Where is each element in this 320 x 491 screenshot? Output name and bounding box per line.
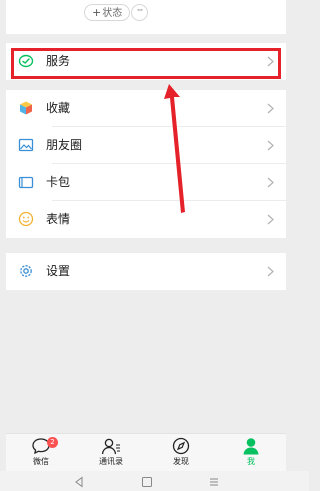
plus-icon: +	[92, 6, 102, 19]
home-square-icon[interactable]	[141, 476, 153, 488]
card-wallet-icon	[18, 176, 34, 189]
menu-item-label: 表情	[46, 212, 71, 226]
system-nav-bar	[0, 471, 309, 491]
chevron-right-icon	[267, 214, 274, 225]
compass-icon	[172, 437, 190, 455]
tab-label: 微信	[33, 457, 49, 466]
smiley-icon	[18, 211, 34, 227]
unread-badge: 2	[47, 437, 58, 448]
menu-item-moments[interactable]: 朋友圈	[6, 127, 286, 164]
chevron-right-icon	[267, 140, 274, 151]
more-options-button[interactable]: ···	[131, 4, 148, 21]
tab-chats[interactable]: 2 微信	[11, 437, 71, 467]
moments-image-icon	[18, 138, 34, 152]
profile-card: +状态 ···	[6, 0, 286, 34]
chevron-right-icon	[267, 177, 274, 188]
status-label: 状态	[102, 8, 123, 19]
highlight-box	[11, 48, 281, 79]
menu-item-label: 收藏	[46, 101, 71, 115]
gear-icon	[20, 265, 32, 277]
tab-discover[interactable]: 发现	[151, 437, 211, 467]
chevron-right-icon	[267, 103, 274, 114]
tab-label: 发现	[173, 457, 189, 466]
menu-item-label: 卡包	[46, 175, 71, 189]
menu-lines-icon[interactable]	[208, 476, 220, 488]
tab-contacts[interactable]: 通讯录	[81, 437, 141, 467]
favorites-cube-icon	[20, 101, 32, 115]
menu-item-label: 设置	[46, 264, 71, 278]
back-triangle-icon[interactable]	[73, 476, 85, 488]
menu-item-favorites[interactable]: 收藏	[6, 90, 286, 127]
contacts-icon	[101, 438, 120, 455]
menu-item-settings[interactable]: 设置	[6, 253, 286, 290]
menu-item-label: 朋友圈	[46, 138, 83, 152]
add-status-button[interactable]: +状态	[84, 4, 131, 21]
tab-label: 我	[247, 457, 255, 466]
bottom-tab-bar: 2 微信 通讯录 发现 我	[6, 433, 286, 471]
person-icon	[243, 438, 259, 455]
chevron-right-icon	[267, 266, 274, 277]
menu-item-stickers[interactable]: 表情	[6, 201, 286, 238]
menu-item-cards[interactable]: 卡包	[6, 164, 286, 201]
tab-label: 通讯录	[99, 457, 123, 466]
tab-me[interactable]: 我	[221, 437, 281, 467]
